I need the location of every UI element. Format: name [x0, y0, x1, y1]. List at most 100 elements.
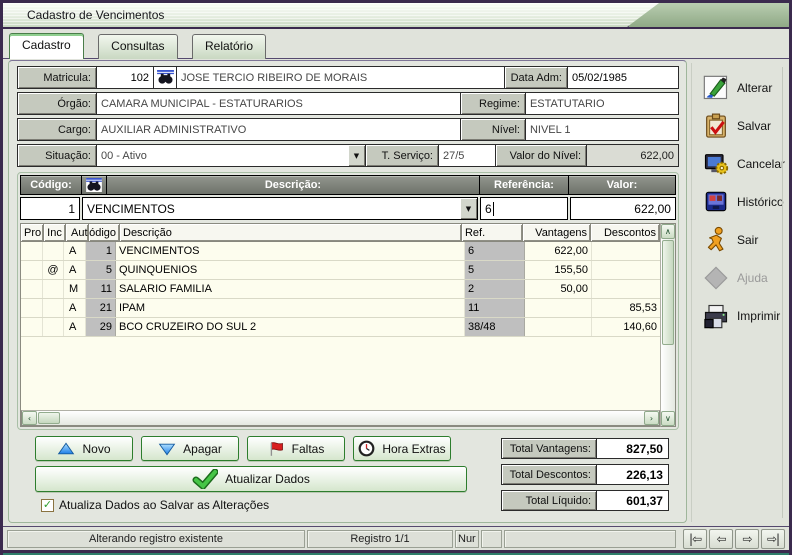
- horizontal-scrollbar[interactable]: ‹ ›: [21, 410, 660, 426]
- faltas-button[interactable]: Faltas: [247, 436, 345, 461]
- cancelar-label: Cancelar: [737, 157, 785, 171]
- situacao-combobox[interactable]: 00 - Ativo ▼: [97, 145, 365, 166]
- col-header-ref[interactable]: Ref.: [462, 224, 522, 241]
- up-triangle-icon: [57, 442, 75, 456]
- orgao-field[interactable]: CAMARA MUNICIPAL - ESTATURARIOS: [97, 93, 460, 114]
- help-diamond-icon: [700, 263, 732, 293]
- table-row[interactable]: A1VENCIMENTOS6622,00: [21, 242, 660, 261]
- table-row[interactable]: @A5QUINQUENIOS5155,50: [21, 261, 660, 280]
- sair-button[interactable]: Sair: [700, 221, 785, 259]
- historico-button[interactable]: Histórico: [700, 183, 785, 221]
- col-header-descontos[interactable]: Descontos: [591, 224, 659, 241]
- cancelar-button[interactable]: Cancelar: [700, 145, 785, 183]
- grid-cell-vantagens: 155,50: [525, 261, 592, 279]
- salvar-button[interactable]: Salvar: [700, 107, 785, 145]
- grid-cell-auto: A: [64, 318, 86, 336]
- nav-next-button[interactable]: ⇨: [735, 529, 759, 549]
- data-adm-label: Data Adm:: [505, 67, 567, 88]
- valor-band-label: Valor:: [569, 176, 675, 194]
- alterar-label: Alterar: [737, 81, 772, 95]
- entry-row: 1 VENCIMENTOS ▼ 6 622,00: [20, 197, 676, 220]
- printer-icon: [700, 301, 732, 331]
- atualiza-checkbox[interactable]: ✓: [41, 499, 54, 512]
- grid-cell-descricao: IPAM: [116, 299, 465, 317]
- historico-label: Histórico: [737, 195, 784, 209]
- title-bar[interactable]: Cadastro de Vencimentos: [3, 3, 789, 29]
- window-bottom-edge: [3, 550, 789, 555]
- grid-cell-inc: [43, 280, 64, 298]
- apagar-button[interactable]: Apagar: [141, 436, 239, 461]
- atualizar-dados-button[interactable]: Atualizar Dados: [35, 466, 467, 492]
- col-header-inc[interactable]: Inc: [44, 224, 65, 241]
- col-header-pro[interactable]: Pro: [21, 224, 43, 241]
- valor-input[interactable]: 622,00: [570, 197, 676, 220]
- imprimir-label: Imprimir: [737, 309, 780, 323]
- total-descontos-value: 226,13: [597, 465, 668, 484]
- binoculars-icon: [157, 70, 174, 85]
- tab-consultas[interactable]: Consultas: [98, 34, 177, 59]
- red-flag-icon: [268, 441, 285, 457]
- grid-cell-codigo: 21: [86, 299, 116, 317]
- grid-cell-descontos: [592, 280, 660, 298]
- col-header-auto[interactable]: Auto: [66, 224, 88, 241]
- table-row[interactable]: A21IPAM1185,53: [21, 299, 660, 318]
- valor-nivel-label: Valor do Nível:: [496, 145, 586, 166]
- imprimir-button[interactable]: Imprimir: [700, 297, 785, 335]
- nivel-label: Nível:: [461, 119, 525, 140]
- nome-field[interactable]: JOSE TERCIO RIBEIRO DE MORAIS: [177, 67, 504, 88]
- codigo-input[interactable]: 1: [20, 197, 80, 220]
- data-adm-field[interactable]: 05/02/1985: [568, 67, 678, 88]
- col-header-codigo[interactable]: Código: [89, 224, 119, 241]
- vencimentos-panel: Código: Descrição: Referência: Valor:: [17, 172, 679, 430]
- horizontal-scroll-thumb[interactable]: [38, 412, 60, 424]
- total-vantagens-row: Total Vantagens: 827,50: [501, 438, 669, 459]
- history-window-icon: [700, 187, 732, 217]
- scroll-down-icon[interactable]: ∨: [661, 411, 675, 426]
- entry-header-band: Código: Descrição: Referência: Valor:: [20, 175, 676, 195]
- novo-button[interactable]: Novo: [35, 436, 133, 461]
- table-row[interactable]: A29BCO CRUZEIRO DO SUL 238/48140,60: [21, 318, 660, 337]
- tab-strip: Cadastro Consultas Relatório: [3, 29, 789, 59]
- grid-cell-inc: [43, 299, 64, 317]
- grid-cell-ref: 11: [465, 299, 525, 317]
- hora-extras-button[interactable]: Hora Extras: [353, 436, 451, 461]
- referencia-input[interactable]: 6: [480, 197, 568, 220]
- grid-cell-descricao: SALARIO FAMILIA: [116, 280, 465, 298]
- orgao-label: Órgão:: [18, 93, 96, 114]
- bottom-section: Novo Apagar: [17, 436, 679, 516]
- nivel-field[interactable]: NIVEL 1: [526, 119, 678, 140]
- descricao-combobox[interactable]: VENCIMENTOS ▼: [82, 197, 478, 220]
- chevron-down-icon[interactable]: ▼: [460, 198, 477, 219]
- search-code-icon[interactable]: [82, 176, 106, 194]
- grid-header: Pro Inc Auto Código Descrição Ref. Vanta…: [21, 224, 660, 242]
- sair-label: Sair: [737, 233, 758, 247]
- t-servico-field[interactable]: 27/5: [439, 145, 495, 166]
- scroll-left-icon[interactable]: ‹: [22, 411, 37, 425]
- hora-extras-label: Hora Extras: [382, 442, 445, 456]
- grid-cell-auto: A: [64, 242, 86, 260]
- alterar-button[interactable]: Alterar: [700, 69, 785, 107]
- table-row[interactable]: M11SALARIO FAMILIA250,00: [21, 280, 660, 299]
- clock-icon: [358, 440, 375, 457]
- scroll-right-icon[interactable]: ›: [644, 411, 659, 425]
- vertical-scrollbar[interactable]: ∧ ∨: [660, 223, 676, 427]
- tab-cadastro[interactable]: Cadastro: [9, 33, 84, 59]
- chevron-down-icon[interactable]: ▼: [348, 145, 365, 166]
- vertical-scroll-thumb[interactable]: [662, 240, 674, 345]
- nav-last-button[interactable]: ⇨|: [761, 529, 785, 549]
- col-header-descricao[interactable]: Descrição: [120, 224, 461, 241]
- scroll-up-icon[interactable]: ∧: [661, 224, 675, 239]
- vencimentos-grid: Pro Inc Auto Código Descrição Ref. Vanta…: [20, 223, 676, 427]
- cargo-field[interactable]: AUXILIAR ADMINISTRATIVO: [97, 119, 460, 140]
- window-title: Cadastro de Vencimentos: [3, 3, 789, 27]
- col-header-vantagens[interactable]: Vantagens: [523, 224, 590, 241]
- nav-first-button[interactable]: |⇦: [683, 529, 707, 549]
- nav-previous-button[interactable]: ⇦: [709, 529, 733, 549]
- tab-relatorio[interactable]: Relatório: [192, 34, 266, 59]
- regime-field[interactable]: ESTATUTARIO: [526, 93, 678, 114]
- grid-cell-auto: A: [64, 299, 86, 317]
- pencil-icon: [700, 73, 732, 103]
- matricula-field[interactable]: 102: [97, 67, 153, 88]
- descricao-value: VENCIMENTOS: [87, 202, 175, 216]
- search-employee-icon[interactable]: [154, 67, 176, 88]
